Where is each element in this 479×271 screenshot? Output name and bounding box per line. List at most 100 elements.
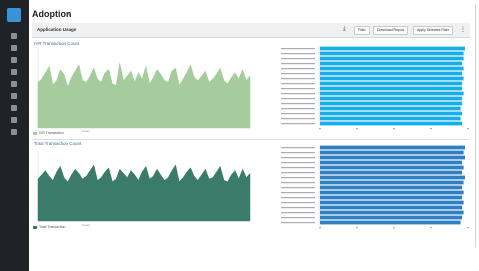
- bottom-category-label-8: [281, 187, 315, 189]
- top-category-label-4: [281, 68, 315, 70]
- top-category-label-12: [281, 108, 315, 110]
- bottom-bar-4: [320, 165, 464, 170]
- flag-icon[interactable]: [11, 105, 17, 111]
- bottom-legend-label: Total Transaction: [39, 225, 66, 229]
- users-icon[interactable]: [11, 69, 17, 75]
- bottom-bar-14: [320, 215, 463, 220]
- top-category-label-10: [281, 98, 315, 100]
- app-logo-icon: [7, 8, 21, 22]
- download-icon[interactable]: ⤓: [343, 26, 346, 33]
- bottom-area-series-area: [37, 164, 251, 222]
- top-area-series-area: [37, 63, 251, 129]
- bottom-bar-7: [320, 180, 464, 185]
- bottom-bar-8: [320, 185, 463, 190]
- bottom-category-label-5: [281, 172, 315, 174]
- bottom-category-label-6: [281, 177, 315, 179]
- bottom-category-label-11: [281, 202, 315, 204]
- bottom-category-label-3: [281, 162, 315, 164]
- more-icon[interactable]: ⋮: [460, 26, 466, 33]
- bottom-x-tick-2: [393, 227, 395, 229]
- chart-icon[interactable]: [11, 45, 17, 51]
- top-bar-7: [320, 81, 463, 86]
- top-area-chart: [37, 49, 251, 129]
- bottom-bar-13: [320, 210, 464, 215]
- bottom-category-label-15: [281, 222, 315, 224]
- top-bar-2: [320, 56, 464, 61]
- toolbar: Application Usage ⤓ Filter Download Repo…: [32, 23, 470, 38]
- bottom-category-label-2: [281, 157, 315, 159]
- settings-icon[interactable]: [11, 81, 17, 87]
- bottom-bar-12: [320, 205, 463, 210]
- search-icon[interactable]: [11, 117, 17, 123]
- filter-button[interactable]: Filter: [354, 26, 370, 35]
- bottom-bar-11: [320, 200, 464, 205]
- toolbar-title: Application Usage: [37, 27, 77, 32]
- top-category-label-14: [281, 118, 315, 120]
- bottom-category-label-12: [281, 207, 315, 209]
- main-content: Adoption ▾ Application Usage ⤓ Filter Do…: [29, 4, 476, 247]
- top-category-label-1: [281, 53, 315, 55]
- top-legend-label: IVR Transaction: [39, 131, 64, 135]
- bottom-bar-1: [320, 150, 464, 155]
- apply-filter-button[interactable]: Apply Selected Filter: [413, 26, 454, 35]
- top-category-label-8: [281, 88, 315, 90]
- top-bar-11: [320, 101, 463, 106]
- bottom-category-label-9: [281, 192, 315, 194]
- top-bar-5: [320, 71, 463, 76]
- bottom-x-tick-0: [319, 227, 321, 229]
- top-legend: IVR Transaction: [33, 131, 64, 135]
- top-category-label-6: [281, 78, 315, 80]
- bottom-bar-10: [320, 195, 463, 200]
- bottom-area-chart: [37, 151, 251, 222]
- bottom-category-label-7: [281, 182, 315, 184]
- bottom-bar-9: [320, 190, 464, 195]
- top-x-tick-3: [430, 128, 432, 130]
- bottom-bar-3: [320, 160, 463, 165]
- top-bar-chart: [281, 46, 469, 130]
- top-bar-1: [320, 51, 464, 56]
- bottom-bar-15: [320, 220, 461, 225]
- download-report-button[interactable]: Download Report: [373, 26, 409, 35]
- bottom-x-tick-4: [467, 227, 469, 229]
- bottom-category-label-1: [281, 152, 315, 154]
- list-icon[interactable]: [11, 93, 17, 99]
- bottom-panel-title: Total Transaction Count: [34, 141, 82, 146]
- bottom-x-tick-3: [430, 227, 432, 229]
- bottom-bar-chart: [281, 145, 469, 229]
- bottom-legend: Total Transaction: [33, 225, 65, 229]
- top-bar-14: [320, 116, 461, 121]
- bottom-bar-6: [320, 175, 465, 180]
- chevron-down-icon[interactable]: ▾: [68, 11, 71, 18]
- divider: [32, 139, 470, 140]
- top-x-tick-1: [356, 128, 358, 130]
- top-category-label-15: [281, 123, 315, 125]
- page-title: Adoption: [32, 9, 72, 19]
- bottom-x-label: Count: [82, 223, 91, 227]
- top-bar-10: [320, 96, 463, 101]
- top-bar-0: [320, 46, 465, 51]
- top-panel-title: IVR Transaction Count: [34, 41, 80, 46]
- top-legend-swatch: [33, 131, 37, 135]
- bottom-category-label-10: [281, 197, 315, 199]
- bottom-bar-0: [320, 145, 465, 150]
- bottom-category-label-0: [281, 147, 315, 149]
- bottom-bar-5: [320, 170, 463, 175]
- bell-icon[interactable]: [11, 129, 17, 135]
- top-category-label-0: [281, 48, 315, 50]
- top-category-label-3: [281, 63, 315, 65]
- top-x-tick-4: [467, 128, 469, 130]
- home-icon[interactable]: [11, 33, 17, 39]
- top-category-label-11: [281, 103, 315, 105]
- top-category-label-13: [281, 113, 315, 115]
- top-bar-3: [320, 61, 463, 66]
- top-bar-12: [320, 106, 461, 111]
- top-x-label: Count: [82, 129, 91, 133]
- bottom-category-label-13: [281, 212, 315, 214]
- top-x-tick-2: [393, 128, 395, 130]
- sidebar: [0, 0, 29, 271]
- top-bar-6: [320, 76, 464, 81]
- grid-icon[interactable]: [11, 57, 17, 63]
- bottom-x-tick-1: [356, 227, 358, 229]
- top-bar-13: [320, 111, 463, 116]
- top-category-label-9: [281, 93, 315, 95]
